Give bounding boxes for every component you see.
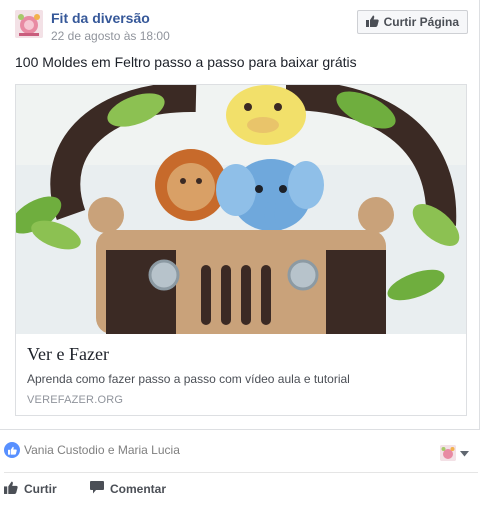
actor-selector[interactable] [440,444,469,462]
like-reaction-icon[interactable] [4,442,20,458]
post-timestamp[interactable]: 22 de agosto às 18:00 [51,29,170,43]
like-button[interactable]: Curtir [4,480,57,498]
comment-button-label: Comentar [110,482,167,496]
link-preview[interactable]: Ver e Fazer Aprenda como fazer passo a p… [15,84,467,416]
like-page-button[interactable]: Curtir Página [356,10,468,34]
post-card: Fit da diversão 22 de agosto às 18:00 Cu… [0,0,480,430]
thumbs-up-icon [365,15,379,30]
post-text: 100 Moldes em Feltro passo a passo para … [15,54,357,70]
page-name-link[interactable]: Fit da diversão [51,10,150,26]
actor-avatar [440,445,456,461]
actions-divider [4,472,478,473]
like-button-label: Curtir [24,482,57,496]
link-domain: VEREFAZER.ORG [27,394,124,406]
page-avatar[interactable] [15,10,43,38]
link-preview-image[interactable] [16,85,466,334]
link-title[interactable]: Ver e Fazer [27,344,109,365]
caret-down-icon [460,444,469,462]
reactions-bar: Vania Custodio e Maria Lucia [4,441,180,459]
thumbs-up-icon [4,481,18,497]
like-page-label: Curtir Página [383,15,459,29]
reactors-names[interactable]: Vania Custodio e Maria Lucia [24,443,180,457]
comment-button[interactable]: Comentar [90,480,166,498]
link-description: Aprenda como fazer passo a passo com víd… [27,372,350,386]
speech-bubble-icon [90,481,104,497]
post-header: Fit da diversão 22 de agosto às 18:00 Cu… [15,10,470,43]
